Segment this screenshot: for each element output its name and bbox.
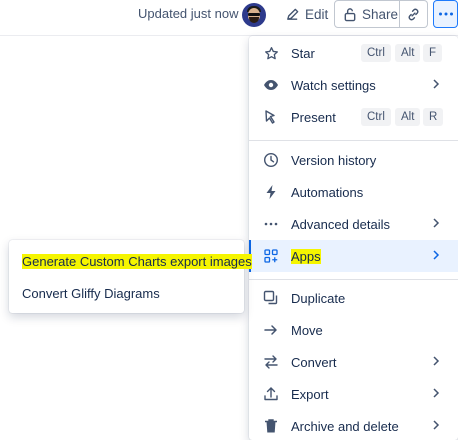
clock-icon	[263, 152, 279, 168]
share-label: Share	[362, 6, 399, 22]
pencil-icon	[285, 7, 300, 22]
menu-item-label: Archive and delete	[291, 418, 399, 434]
shortcut-key: Alt	[395, 108, 421, 126]
menu-item-present[interactable]: Present Ctrl Alt R	[249, 101, 458, 133]
submenu-item-label: Generate Custom Charts export images	[22, 253, 252, 269]
link-icon	[406, 7, 421, 22]
menu-item-label: Move	[291, 322, 323, 338]
copy-link-button[interactable]	[400, 0, 428, 28]
menu-item-export[interactable]: Export	[249, 378, 458, 410]
menu-item-advanced-details[interactable]: Advanced details	[249, 208, 458, 240]
chevron-right-icon	[430, 419, 442, 434]
menu-item-star[interactable]: Star Ctrl Alt F	[249, 37, 458, 69]
trash-icon	[263, 418, 279, 434]
menu-item-duplicate[interactable]: Duplicate	[249, 282, 458, 314]
submenu-item-label: Convert Gliffy Diagrams	[22, 285, 160, 301]
menu-item-archive-and-delete[interactable]: Archive and delete	[249, 410, 458, 440]
star-icon	[263, 45, 279, 61]
menu-item-watch-settings[interactable]: Watch settings	[249, 69, 458, 101]
menu-item-label: Convert	[291, 354, 337, 370]
shortcut-key: Ctrl	[361, 108, 391, 126]
chevron-right-icon	[430, 387, 442, 402]
updated-status: Updated just now	[138, 6, 239, 21]
shortcut-key: R	[423, 108, 444, 126]
menu-item-label: Export	[291, 386, 329, 402]
menu-divider	[249, 279, 458, 280]
arrow-right-icon	[263, 322, 279, 338]
menu-item-label: Advanced details	[291, 216, 391, 232]
more-icon	[438, 12, 454, 16]
eye-icon	[263, 77, 279, 93]
page-header: Updated just now Edit Share	[0, 0, 458, 36]
lightning-icon	[263, 184, 279, 200]
more-actions-menu: Star Ctrl Alt F Watch settings Present C…	[249, 36, 458, 440]
ellipsis-icon	[263, 216, 279, 232]
chevron-right-icon	[430, 355, 442, 370]
submenu-item-generate-custom-charts[interactable]: Generate Custom Charts export images	[9, 247, 252, 275]
upload-icon	[263, 386, 279, 402]
chevron-right-icon	[430, 217, 442, 232]
avatar[interactable]	[242, 3, 266, 27]
menu-item-label: Apps	[291, 248, 321, 264]
menu-item-label: Version history	[291, 152, 377, 168]
menu-item-label: Automations	[291, 184, 364, 200]
menu-item-apps[interactable]: Apps	[249, 240, 458, 272]
apps-grid-icon	[263, 248, 279, 264]
apps-submenu: Generate Custom Charts export images Con…	[9, 240, 252, 313]
more-actions-button[interactable]	[433, 0, 458, 28]
menu-item-automations[interactable]: Automations	[249, 176, 458, 208]
shortcut-key: Alt	[395, 44, 421, 62]
menu-item-version-history[interactable]: Version history	[249, 144, 458, 176]
lock-icon	[343, 7, 357, 22]
menu-item-label: Present	[291, 109, 336, 125]
menu-item-convert[interactable]: Convert	[249, 346, 458, 378]
submenu-item-convert-gliffy[interactable]: Convert Gliffy Diagrams	[9, 279, 244, 307]
edit-label: Edit	[305, 6, 329, 22]
edit-button[interactable]: Edit	[281, 0, 332, 28]
menu-item-label: Star	[291, 45, 315, 61]
menu-item-label: Watch settings	[291, 77, 376, 93]
swap-arrows-icon	[263, 354, 279, 370]
menu-item-label: Duplicate	[291, 290, 346, 306]
menu-item-move[interactable]: Move	[249, 314, 458, 346]
shortcut-key: Ctrl	[361, 44, 391, 62]
chevron-right-icon	[430, 78, 442, 93]
duplicate-icon	[263, 290, 279, 306]
menu-divider	[249, 140, 458, 141]
present-icon	[263, 109, 279, 125]
share-button[interactable]: Share	[334, 0, 400, 28]
chevron-right-icon	[430, 249, 442, 264]
shortcut-key: F	[423, 44, 443, 62]
